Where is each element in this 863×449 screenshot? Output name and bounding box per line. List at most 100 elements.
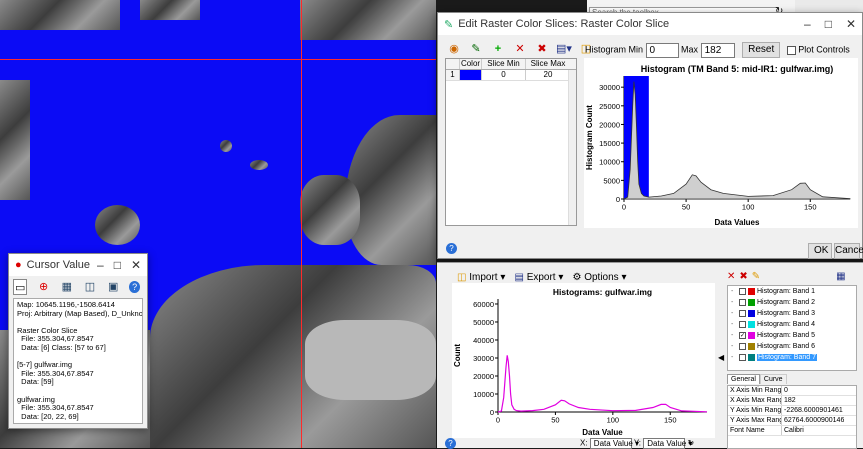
y-tick-label: 15000 — [599, 139, 620, 148]
maximize-button[interactable]: □ — [825, 17, 832, 31]
layer-checkbox[interactable]: ✓ — [739, 332, 746, 339]
panel-collapse-handle[interactable]: ◀ — [718, 353, 724, 362]
property-row[interactable]: X Axis Min Range 0 — [728, 386, 856, 396]
layer-item[interactable]: - Histogram: Band 1 — [728, 286, 856, 297]
chart-title: Histogram (TM Band 5: mid-IR1: gulfwar.i… — [641, 64, 834, 74]
y-selector-label: Y: — [633, 438, 641, 448]
property-row[interactable]: Font Name Calibri — [728, 426, 856, 436]
y-tick-label: 30000 — [473, 354, 494, 363]
table-icon[interactable]: ◫ — [83, 279, 97, 295]
histograms-panel: ◫ Import ▾ ▤ Export ▾ ⚙ Options ▾ Histog… — [437, 262, 863, 449]
layer-color-swatch — [748, 310, 755, 317]
layer-item[interactable]: - Histogram: Band 7 — [728, 352, 856, 363]
table-scrollbar[interactable] — [568, 70, 576, 225]
x-tick-label: 150 — [664, 416, 677, 425]
property-value[interactable]: Calibri — [782, 426, 804, 435]
help-icon[interactable]: ? — [129, 281, 140, 293]
layer-color-swatch — [748, 354, 755, 361]
layer-item[interactable]: - Histogram: Band 3 — [728, 308, 856, 319]
import-label: Import — [469, 272, 498, 283]
plot-controls-checkbox[interactable] — [786, 45, 796, 55]
histogram-min-input[interactable]: 0 — [645, 42, 679, 58]
layer-checkbox[interactable] — [739, 299, 746, 306]
layer-checkbox[interactable] — [739, 310, 746, 317]
cancel-button[interactable]: Cancel — [834, 243, 863, 259]
grid-icon[interactable]: ▦ — [836, 271, 845, 282]
x-axis-label: Data Values — [715, 218, 760, 227]
maximize-button[interactable]: □ — [114, 258, 121, 272]
delete-icon[interactable]: ✕ — [727, 271, 735, 282]
edit-icon[interactable]: ✎ — [468, 41, 484, 57]
row-color-swatch[interactable] — [460, 70, 482, 80]
chart-title: Histograms: gulfwar.img — [553, 287, 652, 297]
y-tick-label: 60000 — [473, 300, 494, 309]
tab-curve[interactable]: Curve — [759, 374, 787, 384]
layer-label: Histogram: Band 4 — [757, 321, 815, 328]
color-slice-title: Edit Raster Color Slices: Raster Color S… — [458, 18, 670, 30]
histogram-max-input[interactable]: 182 — [700, 42, 735, 58]
property-value[interactable]: -2268.6000901461 — [782, 406, 843, 415]
layer-item[interactable]: - Histogram: Band 6 — [728, 341, 856, 352]
y-tick-label: 30000 — [599, 83, 620, 92]
cursor-value-toolbar: ▭ ⊕ ▦ ◫ ▣ ? — [9, 276, 147, 298]
layer-checkbox[interactable] — [739, 343, 746, 350]
refresh-icon[interactable]: ↻ — [687, 439, 694, 448]
property-row[interactable]: Y Axis Min Range -2268.6000901461 — [728, 406, 856, 416]
palette-icon[interactable]: ◉ — [446, 41, 462, 57]
layers-icon[interactable]: ▣ — [106, 279, 120, 295]
minimize-button[interactable]: – — [97, 258, 104, 272]
delete-all-icon[interactable]: ✖ — [739, 271, 747, 282]
tab-general[interactable]: General — [727, 374, 760, 384]
y-selector[interactable]: Data Value ▾ — [643, 438, 692, 449]
layer-item[interactable]: - Histogram: Band 2 — [728, 297, 856, 308]
histograms-svg: Histograms: gulfwar.img 0 10000 20000 30000 4… — [453, 287, 708, 437]
dialog-help-icon[interactable]: ? — [446, 243, 457, 254]
import-menu[interactable]: ◫ Import ▾ — [457, 272, 505, 283]
new-icon[interactable]: ▭ — [13, 279, 28, 295]
tree-expander: - — [731, 343, 734, 350]
property-row[interactable]: X Axis Max Range 182 — [728, 396, 856, 406]
reset-button[interactable]: Reset — [742, 42, 781, 58]
property-row[interactable]: Y Axis Max Range 62764.6000900146 — [728, 416, 856, 426]
property-value[interactable]: 62764.6000900146 — [782, 416, 844, 425]
delete-icon[interactable]: ✕ — [512, 41, 528, 57]
layer-color-swatch — [748, 288, 755, 295]
ok-button[interactable]: OK — [808, 243, 832, 259]
y-tick-label: 10000 — [473, 390, 494, 399]
axis-selectors: X: Data Value ▾ Y: Data Value ▾ ↻ — [580, 438, 694, 449]
cursor-value-titlebar[interactable]: ● Cursor Value – □ ✕ — [9, 254, 147, 276]
close-button[interactable]: ✕ — [131, 258, 141, 272]
y-tick-label: 50000 — [473, 318, 494, 327]
table-row[interactable]: 1 0 20 — [446, 70, 576, 81]
max-label: Max — [681, 44, 699, 55]
property-value[interactable]: 182 — [782, 396, 796, 405]
options-menu[interactable]: ⚙ Options ▾ — [572, 272, 626, 283]
tree-expander: - — [731, 299, 734, 306]
row-slice-max[interactable]: 20 — [526, 70, 570, 80]
x-selector[interactable]: Data Value ▾ — [589, 438, 639, 449]
layer-item[interactable]: - ✓ Histogram: Band 5 — [728, 330, 856, 341]
layer-checkbox[interactable] — [739, 354, 746, 361]
grid-icon[interactable]: ▦ — [60, 279, 74, 295]
layer-list: - Histogram: Band 1 - Histogram: Band 2 - His… — [727, 285, 857, 371]
layer-checkbox[interactable] — [739, 321, 746, 328]
save-icon[interactable]: ▤▾ — [556, 41, 572, 57]
gear-icon: ⚙ — [572, 272, 582, 283]
delete-all-icon[interactable]: ✖ — [534, 41, 550, 57]
panel-help-icon[interactable]: ? — [445, 438, 456, 449]
export-menu[interactable]: ▤ Export ▾ — [514, 272, 563, 283]
layer-checkbox[interactable] — [739, 288, 746, 295]
layer-item[interactable]: - Histogram: Band 4 — [728, 319, 856, 330]
edit-icon[interactable]: ✎ — [752, 271, 760, 282]
column-header-slice-min: Slice Min — [482, 59, 526, 69]
y-tick-label: 10000 — [599, 158, 620, 167]
property-name: Y Axis Max Range — [730, 416, 782, 425]
color-slice-titlebar[interactable]: ✎ Edit Raster Color Slices: Raster Color… — [438, 13, 862, 35]
row-slice-min[interactable]: 0 — [482, 70, 526, 80]
close-button[interactable]: ✕ — [846, 17, 856, 31]
crosshair-icon[interactable]: ⊕ — [36, 279, 50, 295]
add-icon[interactable]: + — [490, 41, 506, 57]
minimize-button[interactable]: – — [804, 17, 811, 31]
cursor-value-line: Data: [6] Class: [57 to 67] — [17, 342, 106, 352]
property-value[interactable]: 0 — [782, 386, 788, 395]
